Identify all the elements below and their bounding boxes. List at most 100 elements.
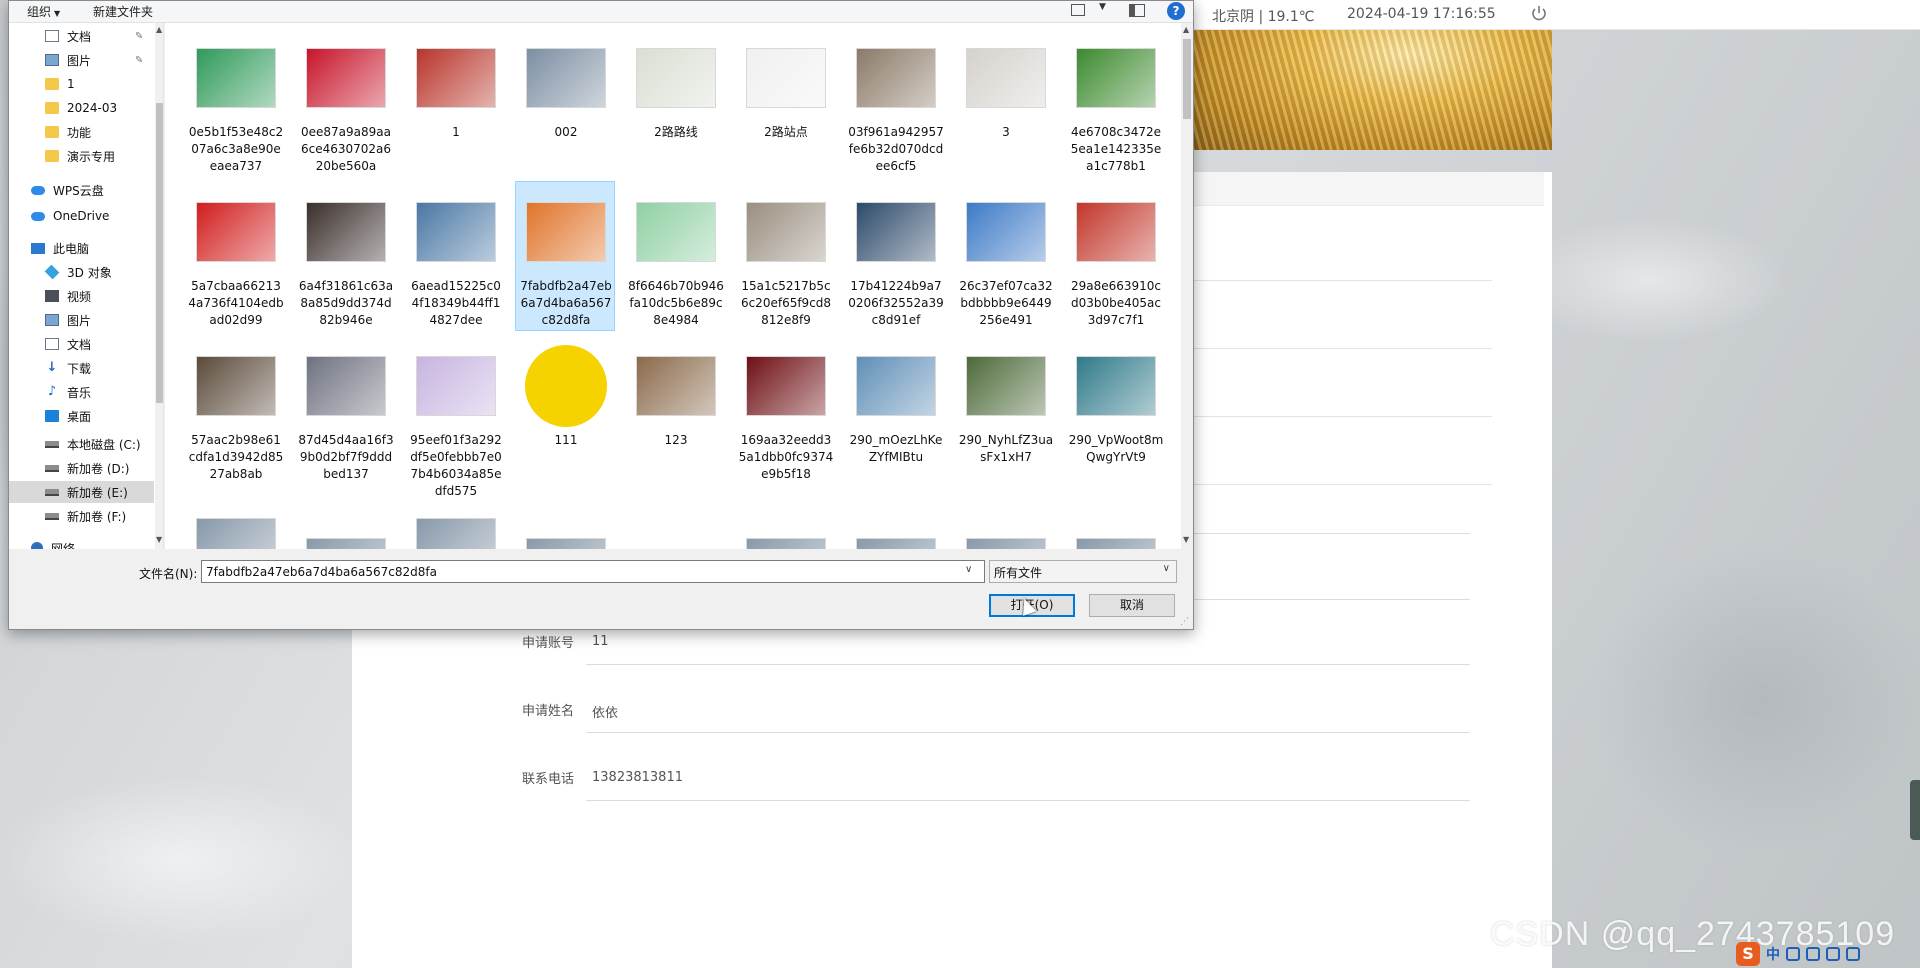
chevron-down-icon[interactable]: ▼	[1099, 2, 1106, 12]
nav-item[interactable]: 网络	[9, 537, 154, 549]
nav-item[interactable]: 2024-03	[9, 97, 154, 119]
file-item[interactable]: 6a4f31861c63a8a85d9dd374d82b946e	[295, 181, 395, 331]
nav-item[interactable]: 图片	[9, 309, 154, 331]
filename-input[interactable]	[201, 560, 985, 583]
image-thumbnail	[1076, 356, 1156, 416]
file-item[interactable]: 57aac2b98e61cdfa1d3942d8527ab8ab	[185, 335, 285, 485]
file-type-select[interactable]: 所有文件 ∨	[989, 560, 1177, 583]
scroll-down-icon[interactable]: ▼	[1183, 535, 1189, 544]
file-item[interactable]: 123	[625, 335, 725, 485]
file-item[interactable]: 87d45d4aa16f39b0d2bf7f9dddbed137	[295, 335, 395, 485]
scroll-down-icon[interactable]: ▼	[156, 535, 162, 544]
file-item[interactable]: 111	[515, 335, 615, 485]
nav-item[interactable]: 视频	[9, 285, 154, 307]
file-item[interactable]: 6aead15225c04f18349b44ff14827dee	[405, 181, 505, 331]
form-value[interactable]: 11	[592, 634, 609, 649]
file-item[interactable]	[735, 487, 835, 549]
preview-pane-icon[interactable]	[1129, 4, 1145, 17]
nav-scrollbar[interactable]: ▲ ▼	[155, 23, 163, 549]
file-item[interactable]: 290_VpWoot8mQwgYrVt9	[1065, 335, 1165, 485]
file-item[interactable]: 03f961a942957fe6b32d070dcdee6cf5	[845, 27, 945, 177]
organize-menu[interactable]: 组织 ▼	[27, 3, 60, 20]
thumbnail-frame	[195, 188, 277, 276]
nav-item[interactable]: 1	[9, 73, 154, 95]
chevron-down-icon[interactable]: ∨	[965, 564, 972, 575]
top-status-bar: 北京阴 | 19.1℃ 2024-04-19 17:16:55	[1192, 0, 1920, 30]
file-item[interactable]: 8f6646b70b946fa10dc5b6e89c8e4984	[625, 181, 725, 331]
file-item[interactable]: 290_mOezLhKeZYfMIBtu	[845, 335, 945, 485]
nav-item[interactable]: OneDrive	[9, 205, 154, 227]
file-item[interactable]: 290_NyhLfZ3uasFx1xH7	[955, 335, 1055, 485]
tray-icon[interactable]	[1806, 947, 1820, 961]
file-item[interactable]: 15a1c5217b5c6c20ef65f9cd8812e8f9	[735, 181, 835, 331]
file-list-scrollbar[interactable]: ▲ ▼	[1181, 23, 1193, 549]
nav-item[interactable]: 演示专用	[9, 145, 154, 167]
resize-grip-icon[interactable]: ⋰	[1180, 617, 1189, 627]
image-thumbnail	[416, 48, 496, 108]
scroll-thumb[interactable]	[156, 103, 163, 403]
file-item[interactable]: 169aa32eedd35a1dbb0fc9374e9b5f18	[735, 335, 835, 485]
scroll-up-icon[interactable]: ▲	[156, 25, 162, 34]
file-item[interactable]	[405, 487, 505, 549]
new-folder-button[interactable]: 新建文件夹	[93, 3, 153, 20]
cancel-button[interactable]: 取消	[1089, 594, 1175, 617]
help-icon[interactable]: ?	[1167, 2, 1185, 20]
file-item[interactable]: 1	[405, 27, 505, 177]
file-item[interactable]: 17b41224b9a70206f32552a39c8d91ef	[845, 181, 945, 331]
file-item[interactable]	[295, 487, 395, 549]
thumbnail-frame	[415, 34, 497, 122]
file-name: 290_VpWoot8mQwgYrVt9	[1068, 433, 1164, 464]
nav-item[interactable]: 新加卷 (E:)	[9, 481, 154, 503]
file-item[interactable]: 5a7cbaa662134a736f4104edbad02d99	[185, 181, 285, 331]
nav-item[interactable]: 新加卷 (D:)	[9, 457, 154, 479]
file-name: 290_mOezLhKeZYfMIBtu	[849, 433, 943, 464]
file-item[interactable]	[185, 487, 285, 549]
file-item[interactable]: 7fabdfb2a47eb6a7d4ba6a567c82d8fa	[515, 181, 615, 331]
file-item[interactable]	[845, 487, 945, 549]
nav-item[interactable]: WPS云盘	[9, 179, 154, 201]
nav-item[interactable]: 本地磁盘 (C:)	[9, 433, 154, 455]
file-item[interactable]: 0e5b1f53e48c207a6c3a8e90eeaea737	[185, 27, 285, 177]
nav-item[interactable]: ♪ 音乐	[9, 381, 154, 403]
tray-icon[interactable]	[1846, 947, 1860, 961]
side-handle[interactable]	[1910, 780, 1920, 840]
form-value[interactable]: 依依	[592, 702, 618, 721]
nav-item[interactable]: 新加卷 (F:)	[9, 505, 154, 527]
nav-item-label: 新加卷 (D:)	[67, 461, 130, 476]
nav-item[interactable]: 文档 ✎	[9, 25, 154, 47]
file-item[interactable]: 26c37ef07ca32bdbbbb9e6449256e491	[955, 181, 1055, 331]
cloud-icon	[31, 211, 45, 221]
image-thumbnail	[966, 356, 1046, 416]
thumbnail-frame	[195, 34, 277, 122]
sogou-ime-icon[interactable]: S	[1736, 942, 1760, 966]
file-item[interactable]: 0ee87a9a89aa6ce4630702a620be560a	[295, 27, 395, 177]
file-item[interactable]: 2路站点	[735, 27, 835, 177]
view-mode-icon[interactable]	[1071, 4, 1085, 16]
tray-icon[interactable]	[1786, 947, 1800, 961]
nav-item-label: 桌面	[67, 409, 92, 424]
file-item[interactable]: 95eef01f3a292df5e0febbb7e07b4b6034a85edf…	[405, 335, 505, 498]
file-item[interactable]: 2路路线	[625, 27, 725, 177]
file-item[interactable]	[1065, 487, 1165, 549]
form-label: 联系电话	[521, 772, 574, 787]
power-icon[interactable]	[1530, 4, 1548, 22]
nav-item[interactable]: 3D 对象	[9, 261, 154, 283]
scroll-up-icon[interactable]: ▲	[1183, 25, 1189, 34]
nav-item[interactable]: 文档	[9, 333, 154, 355]
file-item[interactable]: 29a8e663910cd03b0be405ac3d97c7f1	[1065, 181, 1165, 331]
file-item[interactable]	[955, 487, 1055, 549]
nav-item[interactable]: 此电脑	[9, 237, 154, 259]
scroll-thumb[interactable]	[1183, 39, 1191, 119]
nav-item[interactable]: ↓ 下载	[9, 357, 154, 379]
file-item[interactable]: 4e6708c3472e5ea1e142335ea1c778b1	[1065, 27, 1165, 177]
nav-item[interactable]: 图片 ✎	[9, 49, 154, 71]
file-item[interactable]: 002	[515, 27, 615, 177]
file-item[interactable]	[515, 487, 615, 549]
tray-icon[interactable]	[1826, 947, 1840, 961]
nav-item[interactable]: 功能	[9, 121, 154, 143]
nav-item[interactable]: 桌面	[9, 405, 154, 427]
file-name: 87d45d4aa16f39b0d2bf7f9dddbed137	[298, 433, 394, 481]
form-value[interactable]: 13823813811	[592, 770, 683, 785]
file-item[interactable]: 3	[955, 27, 1055, 177]
ime-mode-icon[interactable]: 中	[1766, 944, 1780, 964]
